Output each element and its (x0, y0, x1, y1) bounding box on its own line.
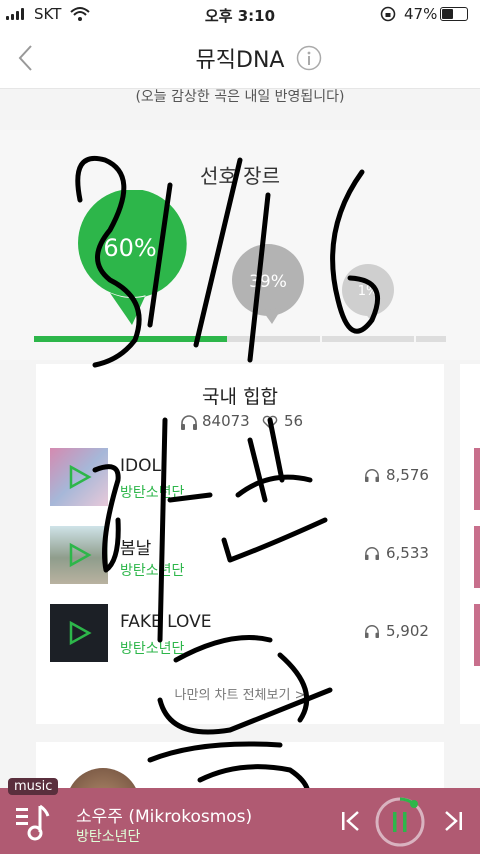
headphones-icon (365, 547, 379, 560)
track-title[interactable]: 봄날 (120, 534, 151, 559)
headphones-icon (365, 625, 379, 638)
track-row[interactable]: IDOL 방탄소년단 8,576 (36, 448, 444, 510)
battery-icon (440, 7, 468, 21)
info-icon[interactable] (296, 45, 322, 71)
track-row[interactable]: 봄날 방탄소년단 6,533 (36, 526, 444, 588)
track-artist[interactable]: 방탄소년단 (120, 482, 184, 502)
genre-progress-fill (34, 336, 227, 342)
genre-bubble-3[interactable]: 1% (342, 264, 394, 322)
page-title: 뮤직DNA (195, 48, 285, 73)
genre-bubble-1-label: 60% (103, 234, 156, 262)
battery-percent: 47% (404, 5, 438, 23)
update-notice: (오늘 감상한 곡은 내일 반영됩니다) (135, 89, 345, 105)
now-playing-title[interactable]: 소우주 (Mikrokosmos) (76, 802, 252, 827)
track-artist[interactable]: 방탄소년단 (120, 638, 184, 658)
track-title[interactable]: FAKE LOVE (120, 612, 211, 632)
genre-section-title: 선호 장르 (200, 164, 280, 188)
headphones-icon (181, 415, 197, 430)
track-play-count: 5,902 (386, 622, 429, 640)
genre-card: 국내 힙합 84073 56 IDOL 방탄소년단 8,576 봄날 방탄소년단… (36, 364, 444, 724)
listen-count: 84073 (202, 412, 250, 430)
status-bar: SKT 오후 3:10 47% (0, 0, 480, 28)
rotation-lock-icon (380, 6, 396, 22)
track-row[interactable]: FAKE LOVE 방탄소년단 5,902 (36, 604, 444, 666)
genre-bubble-2[interactable]: 39% (232, 244, 304, 324)
genre-bubble-2-label: 39% (249, 272, 287, 292)
heart-icon[interactable] (262, 415, 278, 429)
next-icon[interactable] (442, 810, 464, 832)
card-genre-name: 국내 힙합 (202, 386, 278, 408)
play-icon[interactable] (66, 542, 92, 568)
like-count: 56 (284, 412, 304, 430)
music-note-icon[interactable] (14, 802, 50, 842)
genre-chart: 60% 39% 1% (34, 190, 446, 342)
genre-bubble-3-label: 1% (358, 284, 379, 299)
play-icon[interactable] (66, 620, 92, 646)
view-all-chart-link[interactable]: 나만의 차트 전체보기 > (36, 684, 444, 703)
next-genre-card[interactable] (460, 364, 480, 724)
genre-section: 선호 장르 60% 39% 1% (0, 130, 480, 360)
now-playing-artist[interactable]: 방탄소년단 (76, 826, 140, 846)
track-artist[interactable]: 방탄소년단 (120, 560, 184, 580)
header-bar: 뮤직DNA (0, 28, 480, 89)
track-play-count: 6,533 (386, 544, 429, 562)
mini-player[interactable]: music 소우주 (Mikrokosmos) 방탄소년단 (0, 778, 480, 854)
track-play-count: 8,576 (386, 466, 429, 484)
headphones-icon (365, 469, 379, 482)
pause-icon[interactable] (374, 796, 426, 848)
prev-icon[interactable] (340, 810, 362, 832)
genre-bubble-1[interactable]: 60% (78, 190, 187, 325)
track-title[interactable]: IDOL (120, 456, 161, 476)
music-badge: music (8, 778, 59, 795)
play-icon[interactable] (66, 464, 92, 490)
